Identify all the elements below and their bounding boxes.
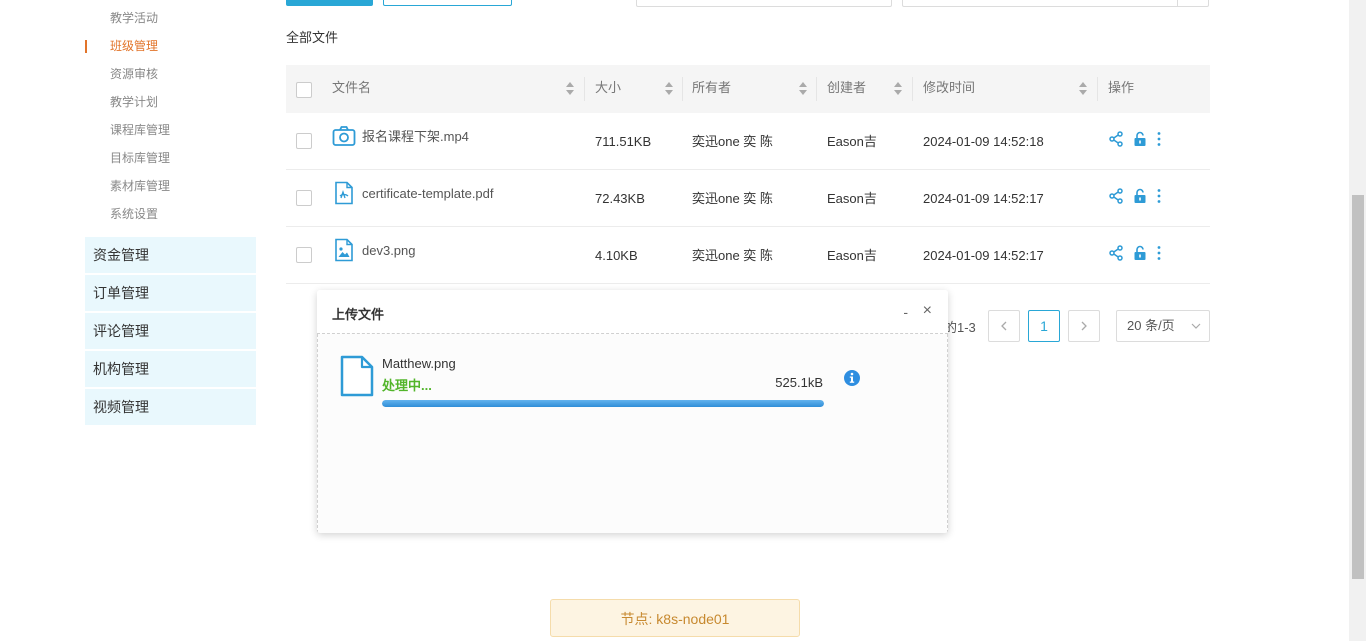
sidebar-item-comments[interactable]: 评论管理 [85,313,256,349]
sidebar-item-resource-review[interactable]: 资源审核 [85,60,256,88]
close-button[interactable]: × [923,302,932,320]
sort-icon [566,82,574,96]
unlock-icon[interactable] [1132,245,1148,261]
page-size-select[interactable]: 20 条/页 [1116,310,1210,342]
upload-progress-fill [382,400,824,407]
share-icon[interactable] [1108,131,1124,147]
sidebar-item-funds[interactable]: 资金管理 [85,237,256,273]
share-icon[interactable] [1108,245,1124,261]
prev-page-button[interactable] [988,310,1020,342]
file-owner: 奕迅one 奕 陈 [692,191,773,206]
sort-icon [665,82,673,96]
search-input[interactable] [902,0,1209,7]
column-header-creator[interactable]: 创建者 [827,65,912,113]
file-size: 4.10KB [595,248,638,263]
pagination-range: 的1-3 [944,320,976,335]
chevron-right-icon [1081,321,1087,331]
camera-icon [332,126,356,146]
sidebar-submenu: 教学活动 班级管理 资源审核 教学计划 课程库管理 目标库管理 素材库管理 系统… [85,4,256,228]
scrollbar-thumb[interactable] [1352,195,1364,579]
sidebar-item-material-library[interactable]: 素材库管理 [85,172,256,200]
sidebar-item-teaching-plan[interactable]: 教学计划 [85,88,256,116]
row-checkbox[interactable] [296,133,312,149]
minimize-button[interactable]: - [903,304,908,320]
upload-button[interactable] [286,0,373,6]
file-icon [340,355,374,397]
sidebar-item-teaching-activity[interactable]: 教学活动 [85,4,256,32]
upload-dialog: 上传文件 - × Matthew.png 处理中... 525.1kB [317,290,948,533]
sidebar-item-videos[interactable]: 视频管理 [85,389,256,425]
upload-dialog-title: 上传文件 [332,307,385,322]
pdf-file-icon [335,181,353,205]
file-creator: Eason吉 [827,191,877,206]
image-file-icon [335,238,353,262]
page-scrollbar[interactable] [1349,0,1366,641]
table-row[interactable]: 报名课程下架.mp4 711.51KB 奕迅one 奕 陈 Eason吉 202… [286,113,1210,170]
upload-dialog-header: 上传文件 - × [317,290,948,334]
sidebar-main-menu: 资金管理 订单管理 评论管理 机构管理 视频管理 [85,237,256,427]
node-banner: 节点: k8s-node01 [550,599,800,637]
table-row[interactable]: certificate-template.pdf 72.43KB 奕迅one 奕… [286,170,1210,227]
page-number-button[interactable]: 1 [1028,310,1060,342]
column-header-size[interactable]: 大小 [595,65,683,113]
sidebar-item-course-library[interactable]: 课程库管理 [85,116,256,144]
file-owner: 奕迅one 奕 陈 [692,134,773,149]
row-actions [1108,131,1162,147]
file-creator: Eason吉 [827,248,877,263]
column-header-name[interactable]: 文件名 [332,65,584,113]
table-header: 文件名 大小 所有者 创建者 修改时间 操作 [286,65,1210,113]
upload-file-name: Matthew.png [382,356,456,371]
file-size: 72.43KB [595,191,645,206]
table-row[interactable]: dev3.png 4.10KB 奕迅one 奕 陈 Eason吉 2024-01… [286,227,1210,284]
next-page-button[interactable] [1068,310,1100,342]
upload-status: 处理中... [382,378,432,393]
upload-file-size: 525.1kB [775,375,823,390]
file-creator: Eason吉 [827,134,877,149]
sidebar-item-institutions[interactable]: 机构管理 [85,351,256,387]
row-checkbox[interactable] [296,247,312,263]
chevron-left-icon [1001,321,1007,331]
row-checkbox[interactable] [296,190,312,206]
share-icon[interactable] [1108,188,1124,204]
file-modified-time: 2024-01-09 14:52:17 [923,191,1044,206]
sort-icon [799,82,807,96]
sidebar-item-target-library[interactable]: 目标库管理 [85,144,256,172]
sort-icon [894,82,902,96]
file-owner: 奕迅one 奕 陈 [692,248,773,263]
select-all-checkbox[interactable] [296,82,312,98]
sidebar-item-class-management[interactable]: 班级管理 [85,32,256,60]
column-header-actions: 操作 [1108,80,1135,95]
file-size: 711.51KB [595,134,652,149]
row-actions [1108,188,1162,204]
file-name-link[interactable]: 报名课程下架.mp4 [362,128,469,146]
chevron-down-icon [1191,323,1201,329]
file-table: 文件名 大小 所有者 创建者 修改时间 操作 报名课程下架.mp4 711.51… [286,65,1210,284]
unlock-icon[interactable] [1132,188,1148,204]
file-name-link[interactable]: dev3.png [362,242,416,260]
file-name-link[interactable]: certificate-template.pdf [362,185,494,203]
info-icon[interactable] [843,369,861,387]
filter-select[interactable] [636,0,892,7]
more-icon[interactable] [1156,245,1162,261]
row-actions [1108,245,1162,261]
unlock-icon[interactable] [1132,131,1148,147]
sidebar-item-system-settings[interactable]: 系统设置 [85,200,256,228]
more-icon[interactable] [1156,131,1162,147]
file-modified-time: 2024-01-09 14:52:17 [923,248,1044,263]
column-header-modified[interactable]: 修改时间 [923,65,1097,113]
upload-progress-bar [382,400,824,407]
sort-icon [1079,82,1087,96]
more-icon[interactable] [1156,188,1162,204]
column-header-owner[interactable]: 所有者 [692,65,817,113]
upload-dialog-body: Matthew.png 处理中... 525.1kB [317,334,948,533]
sidebar-item-orders[interactable]: 订单管理 [85,275,256,311]
file-modified-time: 2024-01-09 14:52:18 [923,134,1044,149]
section-title: 全部文件 [286,30,339,45]
new-folder-button[interactable] [383,0,512,6]
